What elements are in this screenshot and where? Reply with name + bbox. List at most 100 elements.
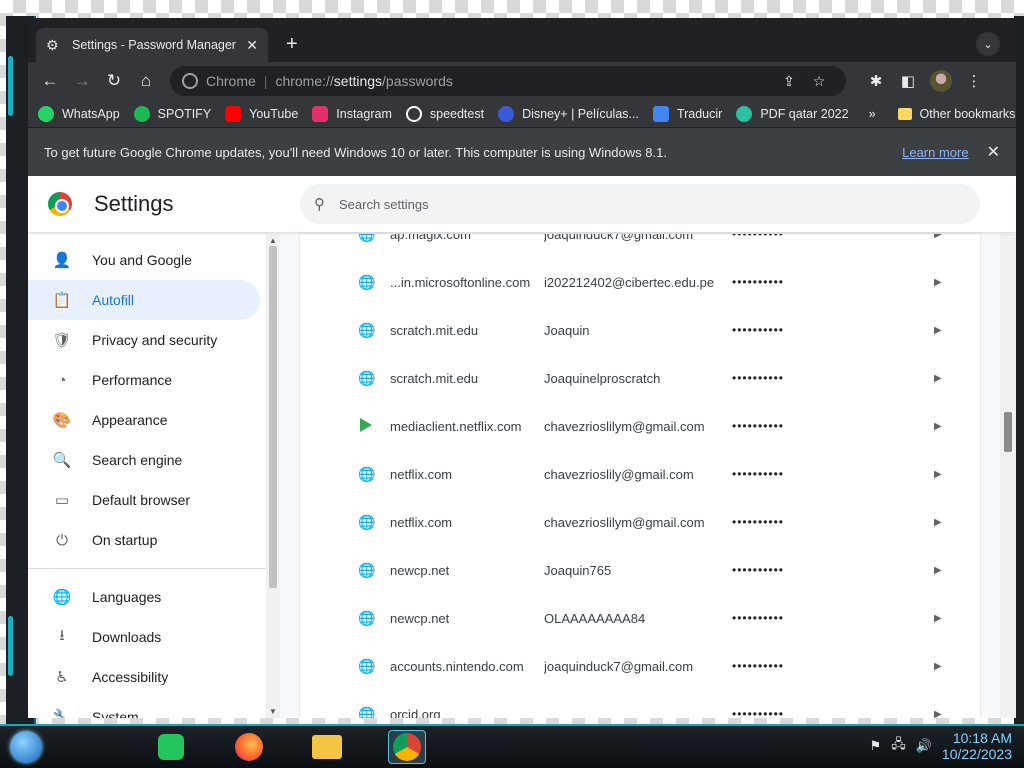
- search-icon: ⚲: [314, 196, 325, 213]
- speedtest-icon: [405, 105, 422, 122]
- close-icon[interactable]: ✕: [987, 142, 1000, 162]
- password-row[interactable]: 🌐 ...in.microsoftonline.com i202212402@cib…: [300, 258, 980, 306]
- bookmark-youtube[interactable]: YouTube: [225, 105, 298, 122]
- tab-settings[interactable]: ⚙ Settings - Password Manager ✕: [36, 28, 268, 62]
- password-site: orcid.org: [390, 706, 441, 719]
- pdf-icon: [736, 105, 753, 122]
- bookmarks-bar: WhatsApp SPOTIFY YouTube Instagram speed…: [28, 100, 1016, 128]
- firefox-icon: [235, 733, 263, 761]
- chevron-right-icon[interactable]: ▶: [934, 709, 942, 719]
- bookmark-traducir[interactable]: Traducir: [652, 105, 722, 122]
- url-host: settings: [333, 73, 383, 89]
- sidebar-item-privacy-and-security[interactable]: 🛡 Privacy and security: [28, 320, 260, 360]
- address-bar[interactable]: Chrome | chrome://settings/passwords ⇪ ☆: [170, 66, 846, 96]
- omnibox-label: Chrome: [206, 73, 256, 89]
- sidebar-item-label: Languages: [92, 589, 162, 605]
- learn-more-link[interactable]: Learn more: [902, 145, 968, 160]
- password-row[interactable]: 🌐 newcp.net OLAAAAAAAA84 •••••••••• ▶: [300, 594, 980, 642]
- sidebar-item-you-and-google[interactable]: 👤 You and Google: [28, 240, 260, 280]
- bookmark-speedtest[interactable]: speedtest: [405, 105, 484, 122]
- download-icon: ⭳: [59, 626, 65, 644]
- flag-icon[interactable]: ⚑: [870, 738, 882, 754]
- share-icon[interactable]: ⇪: [774, 73, 804, 90]
- tab-search-button[interactable]: ⌄: [976, 32, 1000, 56]
- menu-kebab-icon[interactable]: ⋮: [958, 72, 990, 90]
- password-row[interactable]: 🌐 netflix.com chavezrioslily@gmail.com ••••…: [300, 450, 980, 498]
- sidebar-item-autofill[interactable]: 📋 Autofill: [28, 280, 260, 320]
- main-scrollbar[interactable]: [1000, 234, 1016, 718]
- back-button[interactable]: ←: [34, 71, 66, 91]
- settings-search[interactable]: ⚲: [300, 184, 980, 224]
- other-bookmarks-folder[interactable]: Other bookmarks: [897, 107, 1015, 121]
- password-row[interactable]: 🌐 scratch.mit.edu Joaquin •••••••••• ▶: [300, 306, 980, 354]
- globe-icon: 🌐: [358, 273, 376, 290]
- tab-close-icon[interactable]: ✕: [246, 37, 258, 54]
- bookmark-instagram[interactable]: Instagram: [312, 105, 392, 122]
- bookmarks-overflow-button[interactable]: »: [869, 107, 876, 121]
- side-panel-icon[interactable]: ◧: [892, 72, 924, 90]
- chevron-right-icon[interactable]: ▶: [934, 613, 942, 624]
- folder-icon: [897, 107, 912, 120]
- bookmark-spotify[interactable]: SPOTIFY: [133, 105, 211, 122]
- password-row[interactable]: 🌐 orcid.org •••••••••• ▶: [300, 690, 980, 719]
- sidebar-item-accessibility[interactable]: ♿ Accessibility: [28, 657, 260, 697]
- extensions-icon[interactable]: ✱: [860, 72, 892, 90]
- chevron-right-icon[interactable]: ▶: [934, 469, 942, 480]
- sidebar-item-default-browser[interactable]: ▭ Default browser: [28, 480, 260, 520]
- sidebar-item-languages[interactable]: 🌐 Languages: [28, 577, 260, 617]
- taskbar-app-chrome[interactable]: [388, 730, 426, 764]
- password-row[interactable]: mediaclient.netflix.com chavezrioslilym@g…: [300, 402, 980, 450]
- chevron-right-icon[interactable]: ▶: [934, 565, 942, 576]
- sidebar-item-label: Accessibility: [92, 669, 169, 685]
- bookmark-pdf-qatar[interactable]: PDF qatar 2022: [736, 105, 849, 122]
- chevron-right-icon[interactable]: ▶: [934, 373, 942, 384]
- taskbar-app-explorer[interactable]: [308, 730, 346, 764]
- chevron-right-icon[interactable]: ▶: [934, 234, 942, 240]
- reload-button[interactable]: ↻: [98, 71, 130, 91]
- search-input[interactable]: [339, 196, 899, 212]
- chevron-right-icon[interactable]: ▶: [934, 325, 942, 336]
- clock[interactable]: 10:18 AM 10/22/2023: [942, 730, 1012, 762]
- chevron-right-icon[interactable]: ▶: [934, 517, 942, 528]
- password-row[interactable]: 🌐 accounts.nintendo.com joaquinduck7@gmail…: [300, 642, 980, 690]
- sidebar-item-search-engine[interactable]: 🔍 Search engine: [28, 440, 260, 480]
- password-masked: ••••••••••: [732, 275, 785, 289]
- chevron-right-icon[interactable]: ▶: [934, 661, 942, 672]
- bookmark-disney[interactable]: Disney+ | Películas...: [498, 105, 639, 122]
- home-button[interactable]: ⌂: [130, 71, 162, 91]
- password-row[interactable]: 🌐 ap.magix.com joaquinduck7@gmail.com •••••…: [300, 234, 980, 258]
- sidebar-item-on-startup[interactable]: ⏻ On startup: [28, 520, 260, 560]
- start-button[interactable]: [10, 731, 42, 763]
- password-row[interactable]: 🌐 scratch.mit.edu Joaquinelproscratch •••••…: [300, 354, 980, 402]
- taskbar-app-notes[interactable]: [152, 730, 190, 764]
- password-row[interactable]: 🌐 newcp.net Joaquin765 •••••••••• ▶: [300, 546, 980, 594]
- bookmark-star-icon[interactable]: ☆: [804, 73, 834, 90]
- sidebar-scroll-thumb[interactable]: [269, 246, 277, 588]
- clock-date: 10/22/2023: [941, 746, 1012, 762]
- password-list: 🌐 ap.magix.com joaquinduck7@gmail.com •••••…: [300, 234, 980, 718]
- password-masked: ••••••••••: [732, 515, 785, 529]
- sidebar-item-label: Downloads: [92, 629, 162, 645]
- sidebar-item-appearance[interactable]: 🎨 Appearance: [28, 400, 260, 440]
- network-icon[interactable]: 🖧: [891, 735, 906, 757]
- sidebar-item-performance[interactable]: ◔ Performance: [28, 360, 260, 400]
- password-site: accounts.nintendo.com: [390, 658, 524, 674]
- sidebar-scrollbar[interactable]: ▲ ▼: [266, 234, 280, 718]
- page-title: Settings: [94, 191, 174, 216]
- url-scheme: chrome://: [275, 73, 334, 89]
- infobar-message: To get future Google Chrome updates, you…: [44, 144, 667, 160]
- sidebar-item-downloads[interactable]: ⭳ Downloads: [28, 617, 260, 657]
- password-row[interactable]: 🌐 netflix.com chavezrioslilym@gmail.com •••…: [300, 498, 980, 546]
- profile-avatar[interactable]: [930, 70, 952, 92]
- sidebar-item-system[interactable]: 🔧 System: [28, 697, 260, 718]
- forward-button[interactable]: →: [66, 71, 98, 91]
- sidebar-item-label: You and Google: [92, 252, 192, 268]
- taskbar-app-firefox[interactable]: [230, 730, 268, 764]
- chevron-right-icon[interactable]: ▶: [934, 277, 942, 288]
- chevron-right-icon[interactable]: ▶: [934, 421, 942, 432]
- new-tab-button[interactable]: +: [286, 34, 298, 54]
- sidebar-item-label: On startup: [92, 532, 158, 548]
- bookmark-whatsapp[interactable]: WhatsApp: [38, 105, 120, 122]
- main-scroll-thumb[interactable]: [1004, 412, 1012, 452]
- volume-icon[interactable]: 🔊: [916, 738, 932, 754]
